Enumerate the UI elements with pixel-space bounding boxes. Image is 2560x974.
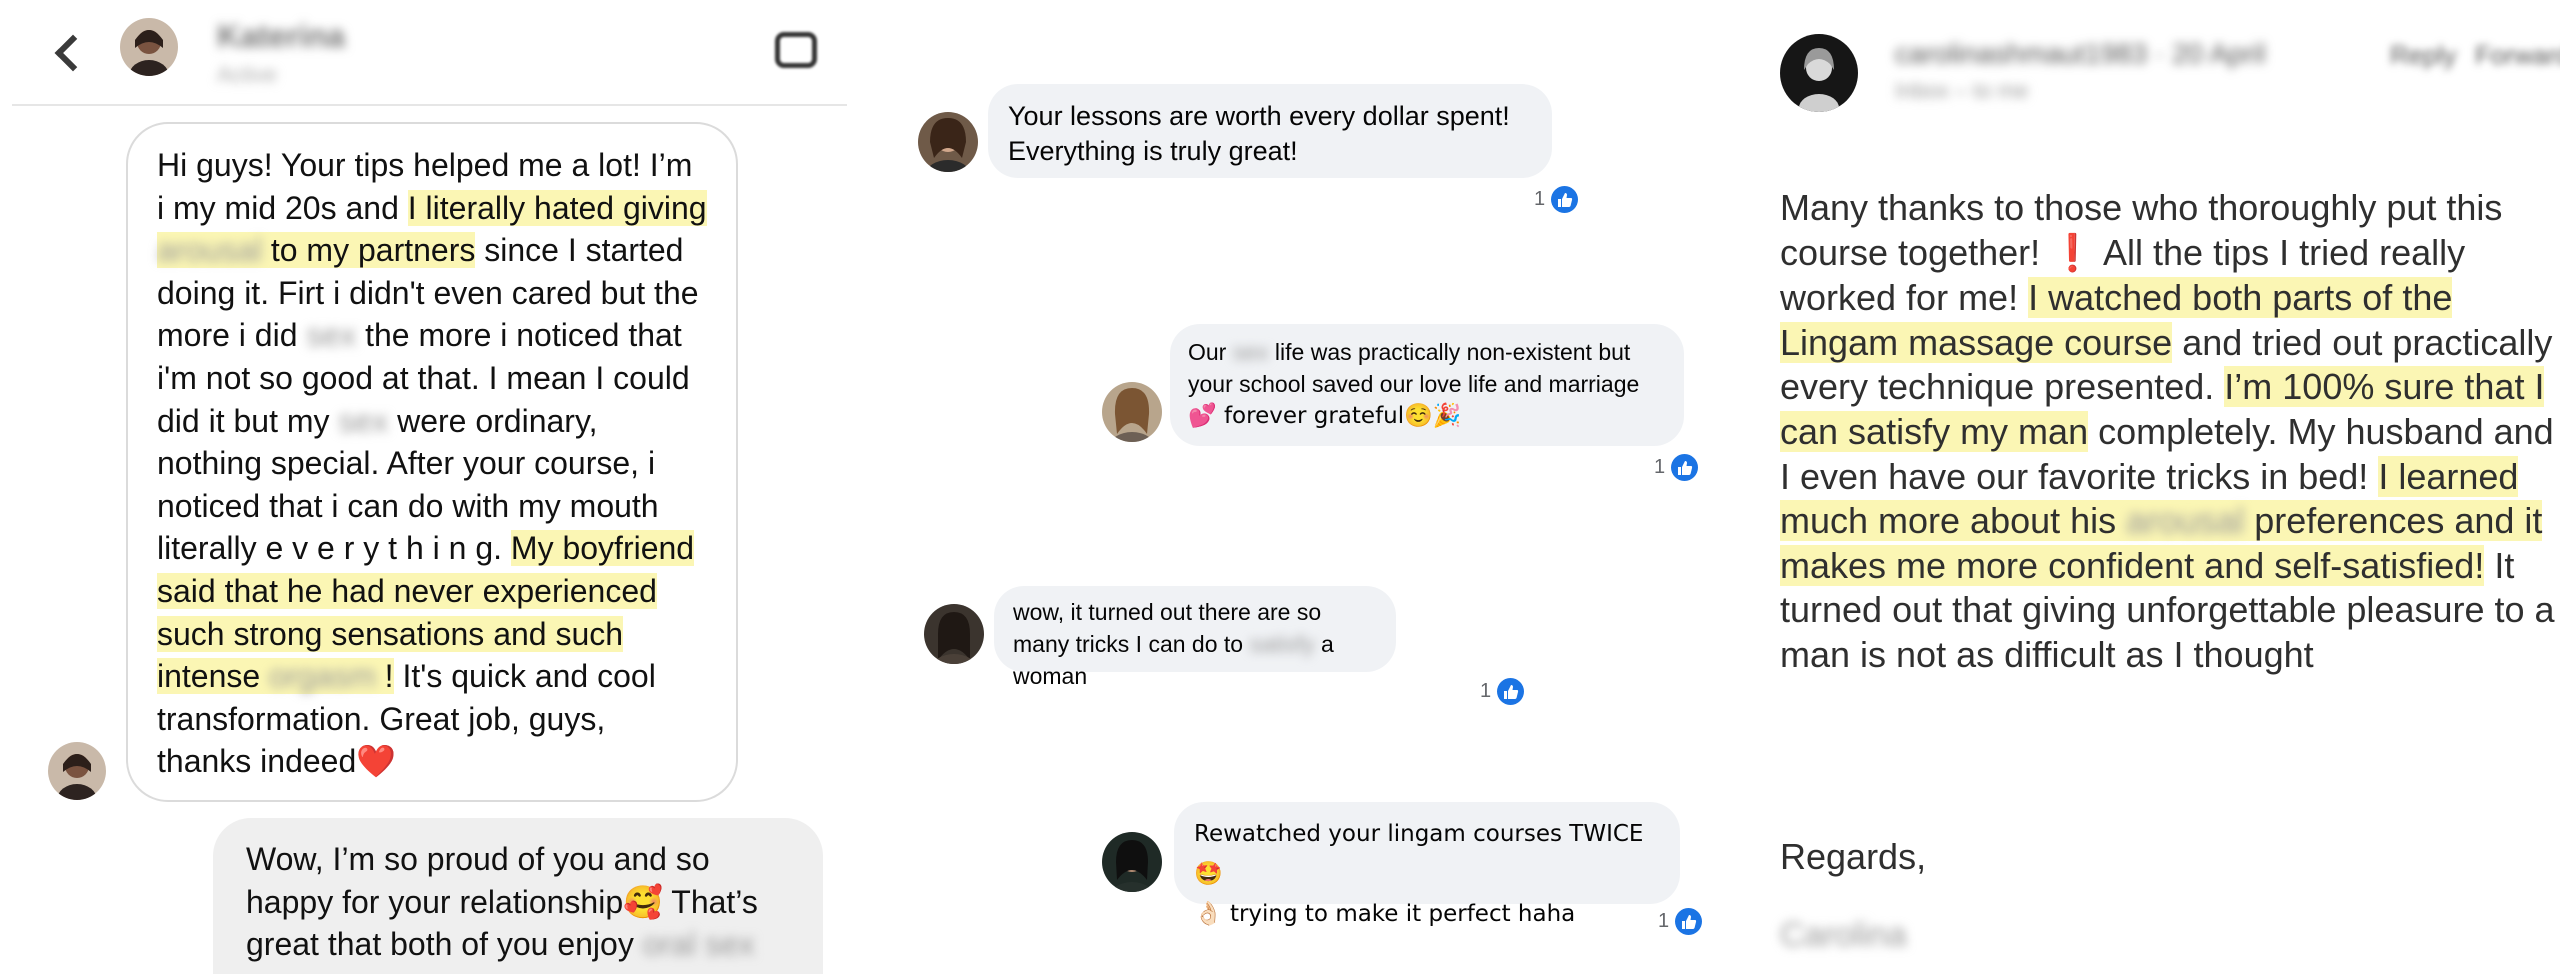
- forward-button[interactable]: Forward: [2475, 40, 2560, 71]
- comment-bubble: Our sex life was practically non-existen…: [1170, 324, 1684, 446]
- dm-header: Katerina Active: [12, 0, 847, 106]
- blurred-word: arousal: [2126, 500, 2245, 542]
- heart-emoji-icon: ❤️: [356, 742, 397, 781]
- recipient-line: Inbox – to me: [1895, 78, 2029, 103]
- dm-screenshot-panel: Katerina Active Hi guys! Your tips helpe…: [0, 0, 850, 974]
- blurred-word: sex: [306, 317, 357, 354]
- commenter-avatar[interactable]: [1102, 382, 1162, 442]
- email-signature: Carolina: [1780, 916, 1907, 954]
- blurred-word: arousal: [157, 232, 262, 269]
- like-count[interactable]: 1: [1654, 454, 1699, 481]
- comment-text: Our sex life was practically non-existen…: [1188, 339, 1640, 397]
- highlight-part: to my partners: [261, 232, 476, 269]
- comments-screenshot-panel: Your lessons are worth every dollar spen…: [880, 0, 1740, 974]
- like-count-number: 1: [1658, 910, 1670, 932]
- like-count-number: 1: [1654, 456, 1666, 478]
- blurred-word: sex: [1232, 339, 1269, 365]
- thumbs-up-icon: [1497, 678, 1525, 705]
- comment-text: Rewatched your lingam courses TWICE🤩: [1194, 821, 1644, 887]
- sender-avatar[interactable]: [1780, 34, 1858, 112]
- highlight-part: I literally hated giving: [407, 189, 707, 226]
- thumbs-up-icon: [1671, 454, 1699, 481]
- back-chevron-icon[interactable]: [54, 34, 92, 72]
- sender-avatar[interactable]: [48, 742, 106, 800]
- contact-name[interactable]: Katerina: [217, 18, 345, 55]
- email-screenshot-panel: carolinashmaut1983 · 20 April Inbox – to…: [1760, 0, 2560, 974]
- reply-button[interactable]: Reply: [2390, 40, 2456, 71]
- blurred-word: orgasm: [269, 658, 376, 695]
- comment-bubble: wow, it turned out there are so many tri…: [994, 586, 1396, 689]
- comment-text-line2: 💕 forever grateful☺️🎉: [1188, 403, 1462, 429]
- blurred-word: sex: [338, 402, 389, 439]
- commenter-avatar[interactable]: [1102, 832, 1162, 892]
- sent-reply-bubble: Wow, I’m so proud of you and so happy fo…: [213, 818, 823, 974]
- comment-text: Your lessons are worth every dollar spen…: [1008, 101, 1510, 166]
- comment-bubble: Your lessons are worth every dollar spen…: [988, 84, 1552, 178]
- commenter-avatar[interactable]: [924, 604, 984, 664]
- thumbs-up-icon: [1675, 908, 1703, 935]
- like-count-number: 1: [1480, 680, 1492, 702]
- email-closing: Regards,: [1780, 836, 1927, 877]
- like-count[interactable]: 1: [1658, 908, 1703, 935]
- video-call-icon[interactable]: [775, 32, 817, 68]
- contact-avatar[interactable]: [120, 18, 178, 76]
- email-body: Many thanks to those who thoroughly put …: [1780, 186, 2560, 678]
- blurred-word: satisfy: [1249, 631, 1315, 657]
- commenter-avatar[interactable]: [918, 112, 978, 172]
- comment-text-line2: 👌🏻 trying to make it perfect haha: [1194, 901, 1576, 927]
- like-count[interactable]: 1: [1534, 186, 1579, 213]
- exclamation-icon: ❗: [2050, 232, 2095, 274]
- like-count[interactable]: 1: [1480, 678, 1525, 705]
- contact-status: Active: [217, 62, 277, 87]
- comment-bubble: Rewatched your lingam courses TWICE🤩 👌🏻 …: [1174, 802, 1680, 927]
- smiling-hearts-emoji-icon: 🥰: [623, 882, 663, 921]
- sender-date: 20 April: [2172, 38, 2266, 69]
- sender-name[interactable]: carolinashmaut1983 · 20 April: [1895, 38, 2265, 70]
- thumbs-up-icon: [1551, 186, 1579, 213]
- like-count-number: 1: [1534, 188, 1546, 210]
- highlight-part: !: [375, 658, 394, 695]
- blurred-word: oral sex: [642, 926, 755, 963]
- received-message-bubble: Hi guys! Your tips helped me a lot! I’m …: [126, 122, 738, 802]
